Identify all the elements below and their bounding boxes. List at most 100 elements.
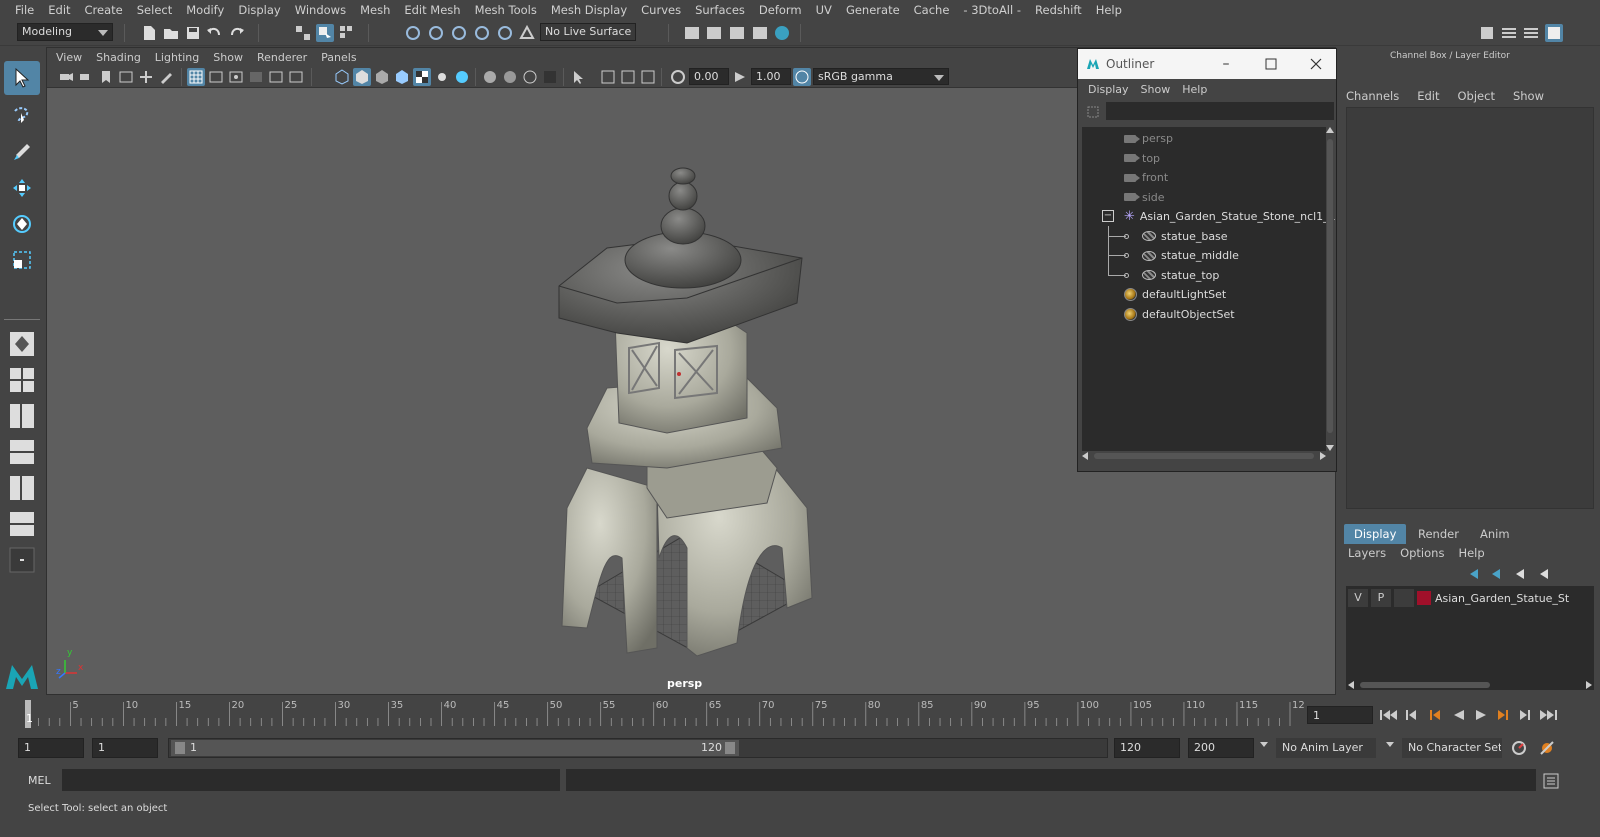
playback-controls[interactable]: [1378, 706, 1560, 724]
outliner-hscrollbar[interactable]: [1082, 451, 1326, 461]
film-gate-icon[interactable]: [207, 68, 225, 86]
gamma-field[interactable]: 1.00: [751, 68, 791, 85]
depth-of-field-icon[interactable]: [541, 68, 559, 86]
bookmark-icon[interactable]: [97, 68, 115, 86]
lasso-tool[interactable]: [4, 99, 40, 133]
channel-box-menu-channels[interactable]: Channels: [1346, 89, 1399, 103]
outliner-menu-help[interactable]: Help: [1176, 83, 1213, 96]
persp-outliner-layout[interactable]: [4, 399, 40, 433]
hypershade-layout[interactable]: [4, 471, 40, 505]
playback-end-field[interactable]: 120: [1114, 738, 1180, 758]
layer-menu-help[interactable]: Help: [1458, 546, 1484, 560]
menu-help[interactable]: Help: [1089, 3, 1129, 17]
snap-curve-icon[interactable]: [427, 24, 445, 42]
time-slider-ruler[interactable]: 5 10 15 20 25 30 35 40 45 50 55 60 65 70 75 80 85 90 95 100…: [14, 698, 1311, 730]
layer-hscrollbar[interactable]: [1346, 680, 1594, 690]
viewport-menu-panels[interactable]: Panels: [314, 51, 363, 64]
close-icon[interactable]: [1308, 56, 1324, 72]
four-view-layout[interactable]: [4, 363, 40, 397]
xray-components-icon[interactable]: [639, 68, 657, 86]
statue-base-mesh[interactable]: [561, 432, 813, 657]
redo-icon[interactable]: [228, 24, 246, 42]
image-plane-icon[interactable]: [117, 68, 135, 86]
script-editor-icon[interactable]: [1542, 772, 1560, 790]
outliner-vscrollbar[interactable]: [1326, 127, 1334, 451]
playback-start-field[interactable]: 1: [92, 738, 158, 758]
resolution-gate-icon[interactable]: [227, 68, 245, 86]
scroll-down-icon[interactable]: [1326, 445, 1334, 451]
gamma-icon[interactable]: [731, 68, 749, 86]
viewport-menu-show[interactable]: Show: [206, 51, 250, 64]
auto-key-icon[interactable]: [1510, 739, 1528, 757]
range-start-grip[interactable]: [175, 742, 185, 754]
snap-grid-icon[interactable]: [404, 24, 422, 42]
select-component-icon[interactable]: [338, 24, 356, 42]
outliner-tree[interactable]: persp top front side − ✳ Asian_Garden_Statue_S…: [1082, 127, 1336, 451]
hypershade-icon[interactable]: [773, 24, 791, 42]
default-material-icon[interactable]: [373, 68, 391, 86]
shadows-icon[interactable]: [453, 68, 471, 86]
layer-visibility-toggle[interactable]: V: [1348, 589, 1368, 607]
scroll-right-icon[interactable]: [1320, 452, 1326, 460]
attribute-editor-icon[interactable]: [1500, 24, 1518, 42]
layer-color-swatch[interactable]: [1417, 591, 1431, 605]
viewport-menu-view[interactable]: View: [49, 51, 89, 64]
hscroll-thumb[interactable]: [1360, 682, 1490, 688]
viewport-menu-lighting[interactable]: Lighting: [148, 51, 206, 64]
range-slider[interactable]: 1 120: [168, 738, 1108, 758]
move-tool[interactable]: [4, 171, 40, 205]
layer-menu-layers[interactable]: Layers: [1348, 546, 1386, 560]
mode-selector[interactable]: Modeling: [17, 23, 113, 41]
camera-attributes-icon[interactable]: [77, 68, 95, 86]
hscroll-thumb[interactable]: [1094, 453, 1314, 459]
outliner-item[interactable]: statue_middle: [1082, 246, 1326, 265]
outliner-menu-display[interactable]: Display: [1082, 83, 1135, 96]
menu-generate[interactable]: Generate: [839, 3, 907, 17]
ipr-render-icon[interactable]: [728, 24, 746, 42]
collapse-toggle-icon[interactable]: −: [1102, 210, 1114, 222]
tab-anim[interactable]: Anim: [1470, 524, 1520, 544]
screen-ao-icon[interactable]: [481, 68, 499, 86]
menu-create[interactable]: Create: [78, 3, 130, 17]
menu-file[interactable]: File: [8, 3, 41, 17]
scroll-left-icon[interactable]: [1082, 452, 1088, 460]
menu-display[interactable]: Display: [231, 3, 287, 17]
motion-blur-icon[interactable]: [501, 68, 519, 86]
outliner-item[interactable]: defaultLightSet: [1082, 285, 1326, 304]
select-tool[interactable]: [4, 61, 40, 95]
menu-mesh-tools[interactable]: Mesh Tools: [468, 3, 544, 17]
layer-playback-toggle[interactable]: P: [1371, 589, 1391, 607]
range-slider-handle[interactable]: [171, 740, 739, 756]
menu-curves[interactable]: Curves: [634, 3, 688, 17]
lighting-icon[interactable]: [433, 68, 451, 86]
xray-icon[interactable]: [599, 68, 617, 86]
scroll-left-icon[interactable]: [1348, 681, 1354, 689]
outliner-item[interactable]: top: [1082, 149, 1326, 168]
snap-surface-icon[interactable]: [496, 24, 514, 42]
modeling-toolkit-icon[interactable]: [1478, 24, 1496, 42]
tool-settings-icon[interactable]: [1522, 24, 1540, 42]
tab-display[interactable]: Display: [1344, 524, 1407, 544]
mel-label[interactable]: MEL: [28, 774, 51, 787]
menu-modify[interactable]: Modify: [179, 3, 231, 17]
filter-icon[interactable]: [1086, 105, 1100, 119]
menu-cache[interactable]: Cache: [907, 3, 957, 17]
layer-action-icons[interactable]: [1468, 566, 1558, 582]
menu-redshift[interactable]: Redshift: [1028, 3, 1089, 17]
scroll-right-icon[interactable]: [1586, 681, 1592, 689]
outliner-item[interactable]: front: [1082, 168, 1326, 187]
outliner-item[interactable]: − ✳ Asian_Garden_Statue_Stone_ncl1_1: [1082, 207, 1336, 226]
render-current-icon[interactable]: [705, 24, 723, 42]
field-chart-icon[interactable]: [267, 68, 285, 86]
anim-layer-selector[interactable]: No Anim Layer: [1276, 738, 1376, 758]
make-live-icon[interactable]: [518, 24, 536, 42]
outliner-window[interactable]: Outliner – Display Show Help persp top front…: [1077, 48, 1337, 472]
channel-box-menu-edit[interactable]: Edit: [1417, 89, 1439, 103]
outliner-item[interactable]: statue_top: [1082, 266, 1326, 285]
menu-deform[interactable]: Deform: [752, 3, 809, 17]
paint-select-tool[interactable]: [4, 135, 40, 169]
channel-box-menu-object[interactable]: Object: [1458, 89, 1495, 103]
layer-list[interactable]: V P Asian_Garden_Statue_St: [1346, 586, 1594, 690]
safe-action-icon[interactable]: [287, 68, 305, 86]
menu-mesh-display[interactable]: Mesh Display: [544, 3, 634, 17]
